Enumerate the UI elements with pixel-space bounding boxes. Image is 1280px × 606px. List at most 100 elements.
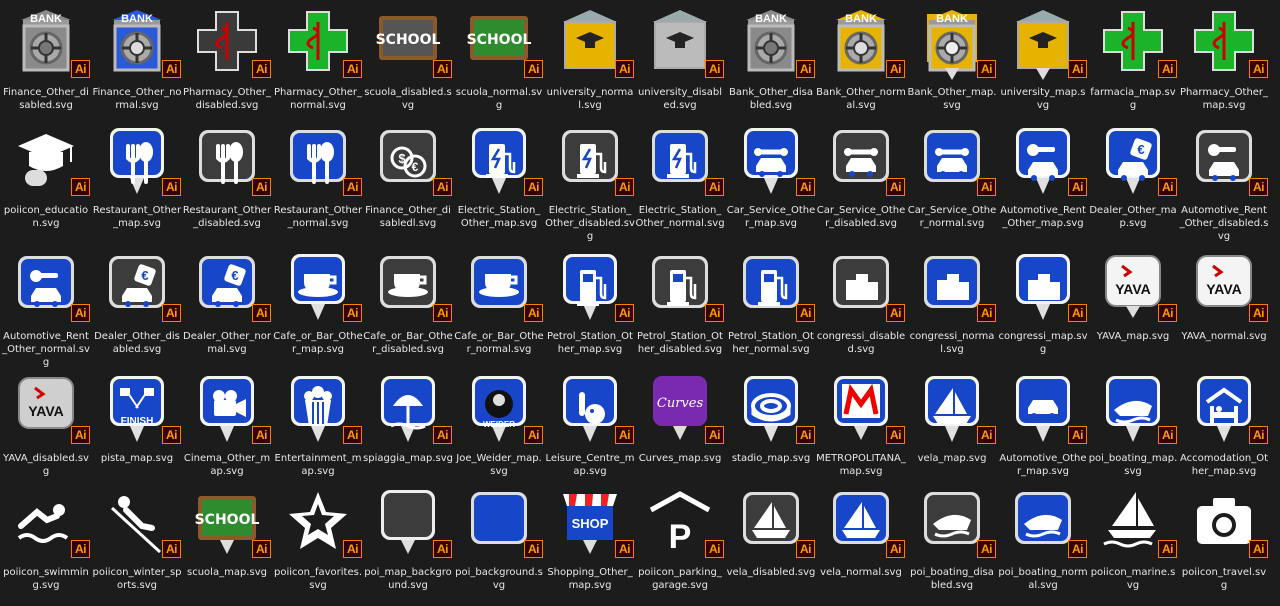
- file-item-shopping-other-map[interactable]: SHOP Ai Shopping_Other_map.svg: [545, 482, 635, 606]
- illustrator-file-badge-icon: Ai: [433, 540, 452, 558]
- file-item-poiicon-favorites[interactable]: Ai poiicon_favorites.svg: [273, 482, 363, 606]
- file-item-accomodation-other-map[interactable]: Ai Accomodation_Other_map.svg: [1179, 368, 1269, 492]
- file-item-pharmacy-other-map[interactable]: Ai Pharmacy_Other_map.svg: [1179, 2, 1269, 126]
- file-item-pharmacy-other-normal[interactable]: Ai Pharmacy_Other_normal.svg: [273, 2, 363, 126]
- file-item-entertainment-map[interactable]: Ai Entertainment_map.svg: [273, 368, 363, 492]
- illustrator-file-badge-icon: Ai: [252, 426, 271, 444]
- file-item-congressi-disabled[interactable]: Ai congressi_disabled.svg: [816, 246, 906, 370]
- file-item-petrol-station-other-normal[interactable]: Ai Petrol_Station_Other_normal.svg: [726, 246, 816, 370]
- file-item-poiicon-parking-garage[interactable]: P Ai poiicon_parking_garage.svg: [635, 482, 725, 606]
- file-item-bank-other-disabled[interactable]: BANK Ai Bank_Other_disabled.svg: [726, 2, 816, 126]
- file-item-poi-map-background[interactable]: Ai poi_map_background.svg: [363, 482, 453, 606]
- illustrator-file-badge-icon: Ai: [615, 426, 634, 444]
- svg-text:€: €: [231, 268, 238, 283]
- file-item-pharmacy-other-disabled[interactable]: Ai Pharmacy_Other_disabled.svg: [182, 2, 272, 126]
- file-item-poiicon-marine[interactable]: Ai poiicon_marine.svg: [1088, 482, 1178, 606]
- file-item-petrol-station-other-disabled[interactable]: Ai Petrol_Station_Other_disabled.svg: [635, 246, 725, 370]
- file-item-congressi-normal[interactable]: Ai congressi_normal.svg: [907, 246, 997, 370]
- file-name-label: Electric_Station_Other_normal.svg: [635, 205, 725, 229]
- file-item-yava-map[interactable]: YAVA Ai YAVA_map.svg: [1088, 246, 1178, 370]
- file-item-finance-other-disabledl[interactable]: $ € Ai Finance_Other_disabledl.svg: [363, 120, 453, 244]
- file-item-poi-background[interactable]: Ai poi_background.svg: [454, 482, 544, 606]
- file-item-farmacia-map[interactable]: Ai farmacia_map.svg: [1088, 2, 1178, 126]
- file-item-scuola-disabled[interactable]: SCHOOL Ai scuola_disabled.svg: [363, 2, 453, 126]
- file-item-car-service-other-disabled[interactable]: Ai Car_Service_Other_disabled.svg: [816, 120, 906, 244]
- file-name-label: Car_Service_Other_normal.svg: [907, 205, 997, 229]
- file-name-label: Bank_Other_normal.svg: [816, 87, 906, 111]
- illustrator-file-badge-icon: Ai: [796, 178, 815, 196]
- file-item-pista-map[interactable]: FINISH Ai pista_map.svg: [92, 368, 182, 492]
- illustrator-file-badge-icon: Ai: [886, 426, 905, 444]
- file-item-dealer-other-disabled[interactable]: € Ai Dealer_Other_disabled.svg: [92, 246, 182, 370]
- file-item-bank-other-normal[interactable]: BANK Ai Bank_Other_normal.svg: [816, 2, 906, 126]
- file-item-restaurant-other-normal[interactable]: Ai Restaurant_Other_normal.svg: [273, 120, 363, 244]
- file-item-car-service-other-normal[interactable]: Ai Car_Service_Other_normal.svg: [907, 120, 997, 244]
- file-item-metropolitana-map[interactable]: Ai METROPOLITANA_map.svg: [816, 368, 906, 492]
- file-item-vela-map[interactable]: Ai vela_map.svg: [907, 368, 997, 492]
- file-item-congressi-map[interactable]: Ai congressi_map.svg: [998, 246, 1088, 370]
- file-item-dealer-other-map[interactable]: € Ai Dealer_Other_map.svg: [1088, 120, 1178, 244]
- illustrator-file-badge-icon: Ai: [71, 178, 90, 196]
- file-name-label: Dealer_Other_normal.svg: [183, 331, 271, 355]
- illustrator-file-badge-icon: Ai: [524, 304, 543, 322]
- file-name-label: Dealer_Other_disabled.svg: [94, 331, 180, 355]
- file-item-poi-boating-map[interactable]: Ai poi_boating_map.svg: [1088, 368, 1178, 492]
- file-item-electric-station-other-normal[interactable]: Ai Electric_Station_Other_normal.svg: [635, 120, 725, 244]
- file-item-university-disabled[interactable]: Ai university_disabled.svg: [635, 2, 725, 126]
- file-item-leisure-centre-map[interactable]: Ai Leisure_Centre_map.svg: [545, 368, 635, 492]
- file-item-curves-map[interactable]: Curves Ai Curves_map.svg: [635, 368, 725, 492]
- file-item-vela-disabled[interactable]: Ai vela_disabled.svg: [726, 482, 816, 606]
- file-item-automotive-other-map[interactable]: Ai Automotive_Other_map.svg: [998, 368, 1088, 492]
- file-name-label: poiicon_swimming.svg: [3, 567, 89, 591]
- file-item-electric-station-other-disabled[interactable]: Ai Electric_Station_Other_disabled.svg: [545, 120, 635, 244]
- file-name-label: Electric_Station_Other_disabled.svg: [545, 205, 635, 242]
- illustrator-file-badge-icon: Ai: [796, 540, 815, 558]
- file-name-label: Petrol_Station_Other_map.svg: [547, 331, 633, 355]
- file-item-finance-other-normal[interactable]: BANK Ai Finance_Other_normal.svg: [92, 2, 182, 126]
- file-item-yava-disabled[interactable]: YAVA Ai YAVA_disabled.svg: [1, 368, 91, 492]
- file-item-cafe-or-bar-other-normal[interactable]: Ai Cafe_or_Bar_Other_normal.svg: [454, 246, 544, 370]
- file-item-dealer-other-normal[interactable]: € Ai Dealer_Other_normal.svg: [182, 246, 272, 370]
- file-item-poiicon-swimming[interactable]: Ai poiicon_swimming.svg: [1, 482, 91, 606]
- file-name-label: university_map.svg: [1000, 87, 1086, 111]
- illustrator-file-badge-icon: Ai: [343, 540, 362, 558]
- file-item-automotive-rent-other-map[interactable]: Ai Automotive_Rent_Other_map.svg: [998, 120, 1088, 244]
- file-item-poi-boating-normal[interactable]: Ai poi_boating_normal.svg: [998, 482, 1088, 606]
- file-item-cinema-other-map[interactable]: Ai Cinema_Other_map.svg: [182, 368, 272, 492]
- file-item-car-service-other-map[interactable]: Ai Car_Service_Other_map.svg: [726, 120, 816, 244]
- file-item-spiaggia-map[interactable]: Ai spiaggia_map.svg: [363, 368, 453, 492]
- file-item-yava-normal[interactable]: YAVA Ai YAVA_normal.svg: [1179, 246, 1269, 370]
- file-item-university-normal[interactable]: Ai university_normal.svg: [545, 2, 635, 126]
- file-name-label: Shopping_Other_map.svg: [547, 567, 633, 591]
- file-name-label: Car_Service_Other_disabled.svg: [816, 205, 906, 229]
- file-name-label: congressi_normal.svg: [909, 331, 995, 355]
- file-item-poi-boating-disabled[interactable]: Ai poi_boating_disabled.svg: [907, 482, 997, 606]
- svg-text:€: €: [141, 268, 148, 283]
- illustrator-file-badge-icon: Ai: [252, 60, 271, 78]
- file-item-poiicon-education[interactable]: Ai poiicon_education.svg: [1, 120, 91, 244]
- file-item-poiicon-travel[interactable]: Ai poiicon_travel.svg: [1179, 482, 1269, 606]
- file-item-scuola-map[interactable]: SCHOOL Ai scuola_map.svg: [182, 482, 272, 606]
- file-item-cafe-or-bar-other-disabled[interactable]: Ai Cafe_or_Bar_Other_disabled.svg: [363, 246, 453, 370]
- file-item-bank-other-map[interactable]: BANK Ai Bank_Other_map.svg: [907, 2, 997, 126]
- file-item-university-map[interactable]: Ai university_map.svg: [998, 2, 1088, 126]
- file-item-automotive-rent-other-normal[interactable]: Ai Automotive_Rent_Other_normal.svg: [1, 246, 91, 370]
- illustrator-file-badge-icon: Ai: [343, 304, 362, 322]
- file-item-restaurant-other-map[interactable]: Ai Restaurant_Other_map.svg: [92, 120, 182, 244]
- file-name-label: poi_boating_map.svg: [1088, 453, 1178, 477]
- illustrator-file-badge-icon: Ai: [252, 304, 271, 322]
- file-item-finance-other-disabled[interactable]: BANK Ai Finance_Other_disabled.svg: [1, 2, 91, 126]
- file-item-scuola-normal[interactable]: SCHOOL Ai scuola_normal.svg: [454, 2, 544, 126]
- file-item-electric-station-other-map[interactable]: Ai Electric_Station_Other_map.svg: [454, 120, 544, 244]
- file-item-poiicon-winter-sports[interactable]: Ai poiicon_winter_sports.svg: [92, 482, 182, 606]
- file-item-automotive-rent-other-disabled[interactable]: Ai Automotive_Rent_Other_disabled.svg: [1179, 120, 1269, 244]
- file-name-label: poi_background.svg: [455, 567, 543, 591]
- file-item-cafe-or-bar-other-map[interactable]: Ai Cafe_or_Bar_Other_map.svg: [273, 246, 363, 370]
- illustrator-file-badge-icon: Ai: [615, 60, 634, 78]
- svg-text:BANK: BANK: [30, 13, 62, 25]
- file-item-restaurant-other-disabled[interactable]: Ai Restaurant_Other_disabled.svg: [182, 120, 272, 244]
- file-item-stadio-map[interactable]: Ai stadio_map.svg: [726, 368, 816, 492]
- file-item-joe-weider-map[interactable]: WEIDER Ai Joe_Weider_map.svg: [454, 368, 544, 492]
- file-item-vela-normal[interactable]: Ai vela_normal.svg: [816, 482, 906, 606]
- file-item-petrol-station-other-map[interactable]: Ai Petrol_Station_Other_map.svg: [545, 246, 635, 370]
